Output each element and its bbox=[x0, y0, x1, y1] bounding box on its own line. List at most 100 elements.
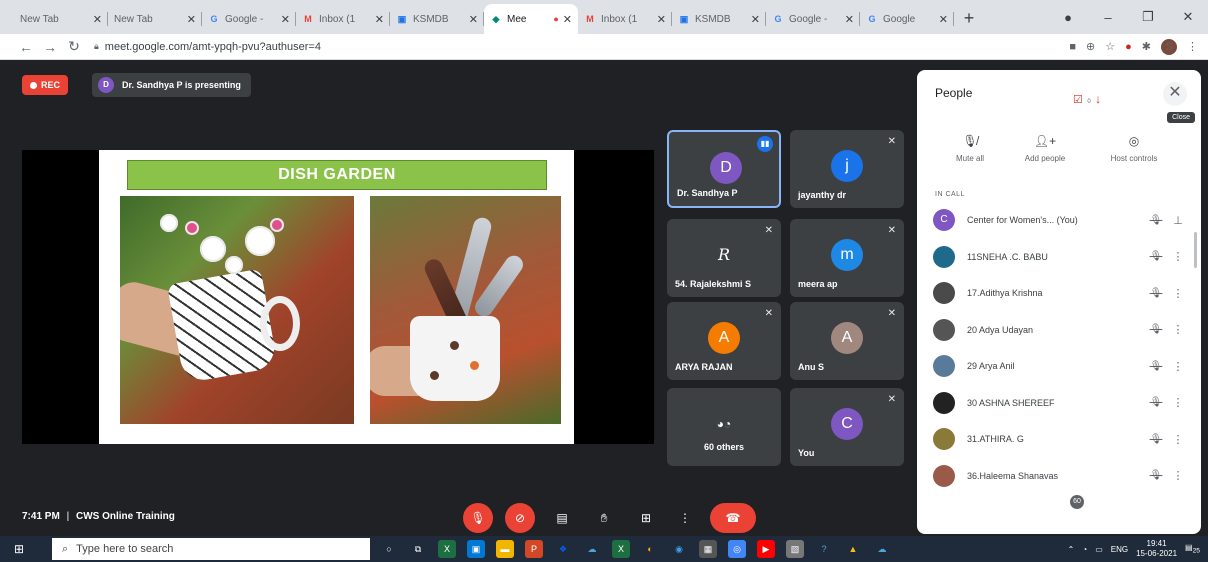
participant-row[interactable]: 11SNEHA .C. BABU 🎙︎ ⋮ bbox=[933, 239, 1189, 275]
mic-muted-icon[interactable]: 🎙︎ bbox=[1145, 470, 1167, 481]
mic-muted-icon[interactable]: 🎙︎ bbox=[1145, 324, 1167, 335]
participant-tile[interactable]: j ✕ jayanthy dr bbox=[790, 130, 904, 208]
chat-icon[interactable]: ▭ bbox=[1096, 509, 1109, 526]
windows-start-icon[interactable]: ⊞ bbox=[0, 542, 38, 556]
app-icon[interactable]: ▦ bbox=[699, 540, 717, 558]
close-tab-icon[interactable]: ✕ bbox=[375, 13, 384, 26]
participant-row[interactable]: 30 ASHNA SHEREEF 🎙︎ ⋮ bbox=[933, 385, 1189, 421]
participant-row[interactable]: 36.Haleema Shanavas 🎙︎ ⋮ bbox=[933, 458, 1189, 494]
browser-tab[interactable]: G Google - ✕ bbox=[766, 4, 860, 34]
browser-tab[interactable]: ▣ KSMDB ✕ bbox=[672, 4, 766, 34]
browser-tab[interactable]: ▣ KSMDB ✕ bbox=[390, 4, 484, 34]
people-icon[interactable]: 👥︎ bbox=[1058, 509, 1076, 526]
close-tab-icon[interactable]: ✕ bbox=[939, 13, 948, 26]
present-button[interactable]: ⊞ bbox=[631, 503, 661, 533]
more-options-icon[interactable]: ⋮ bbox=[1167, 323, 1189, 336]
captions-button[interactable]: ▤ bbox=[547, 503, 577, 533]
participant-row[interactable]: C Center for Women's... (You) 🎙︎ ⊥ bbox=[933, 202, 1189, 238]
leave-call-button[interactable]: ☎ bbox=[710, 503, 756, 533]
browser-tab[interactable]: New Tab ✕ bbox=[108, 4, 202, 34]
participant-tile[interactable]: A ✕ ARYA RAJAN bbox=[667, 302, 781, 380]
more-options-icon[interactable]: ⋮ bbox=[1167, 433, 1189, 446]
browser-tab[interactable]: M Inbox (1 ✕ bbox=[296, 4, 390, 34]
participant-tile[interactable]: ◕◔ 60 others bbox=[667, 388, 781, 466]
close-tab-icon[interactable]: ✕ bbox=[563, 13, 572, 26]
add-people-button[interactable]: 👤︎+ Add people bbox=[1013, 134, 1077, 163]
mute-all-button[interactable]: 🎙︎̸ Mute all bbox=[945, 134, 995, 163]
mic-muted-icon[interactable]: 🎙︎ bbox=[1145, 215, 1167, 226]
new-tab-button[interactable]: + bbox=[954, 4, 984, 34]
browser-tab[interactable]: G Google - ✕ bbox=[202, 4, 296, 34]
browser-tab[interactable]: New Tab ✕ bbox=[14, 4, 108, 34]
restore-button[interactable]: ❐ bbox=[1128, 9, 1168, 25]
participant-row[interactable]: 17.Adithya Krishna 🎙︎ ⋮ bbox=[933, 275, 1189, 311]
help-icon[interactable]: ? bbox=[815, 540, 833, 558]
participant-tile[interactable]: A ✕ Anu S bbox=[790, 302, 904, 380]
camera-icon[interactable]: ■ bbox=[1069, 41, 1076, 53]
profile-icon[interactable]: ● bbox=[1048, 10, 1088, 25]
close-tab-icon[interactable]: ✕ bbox=[469, 13, 478, 26]
photos-icon[interactable]: ▧ bbox=[786, 540, 804, 558]
dropbox-icon[interactable]: ❖ bbox=[554, 540, 572, 558]
participant-row[interactable]: 31.ATHIRA. G 🎙︎ ⋮ bbox=[933, 421, 1189, 457]
excel-icon[interactable]: X bbox=[438, 540, 456, 558]
notifications-icon[interactable]: ▤25 bbox=[1185, 543, 1200, 555]
puzzle-icon[interactable]: ✱ bbox=[1142, 40, 1151, 53]
store-icon[interactable]: ▣ bbox=[467, 540, 485, 558]
url-field[interactable]: 🔒︎ meet.google.com/amt-ypqh-pvu?authuser… bbox=[94, 41, 1069, 53]
language-indicator[interactable]: ENG bbox=[1111, 545, 1128, 554]
close-tab-icon[interactable]: ✕ bbox=[751, 13, 760, 26]
back-icon[interactable]: ← bbox=[14, 39, 38, 55]
participant-list-scrollbar[interactable] bbox=[1194, 232, 1197, 268]
forward-icon[interactable]: → bbox=[38, 39, 62, 55]
browser-tab[interactable]: G Google ✕ bbox=[860, 4, 954, 34]
cloud-icon[interactable]: ☁ bbox=[583, 540, 601, 558]
mic-muted-icon[interactable]: 🎙︎ bbox=[1145, 361, 1167, 372]
close-tab-icon[interactable]: ✕ bbox=[187, 13, 196, 26]
file-explorer-icon[interactable]: ▬ bbox=[496, 540, 514, 558]
taskbar-search[interactable]: ⌕ Type here to search bbox=[52, 538, 370, 560]
microphone-toggle[interactable]: 🎙︎ bbox=[463, 503, 493, 533]
notification-indicator[interactable]: ☑ 0 ↓ bbox=[1073, 90, 1113, 106]
extension-icon[interactable]: ● bbox=[1125, 41, 1132, 53]
onedrive-icon[interactable]: ☁ bbox=[873, 540, 891, 558]
wifi-icon[interactable]: ◔ bbox=[1082, 545, 1087, 554]
more-options-icon[interactable]: ⋮ bbox=[1167, 469, 1189, 482]
participant-tile[interactable]: D ▮▮ Dr. Sandhya P bbox=[667, 130, 781, 208]
minimize-button[interactable]: – bbox=[1088, 10, 1128, 25]
host-safety-icon[interactable]: ⛨ bbox=[1172, 509, 1183, 526]
star-icon[interactable]: ☆ bbox=[1105, 40, 1115, 53]
close-tab-icon[interactable]: ✕ bbox=[93, 13, 102, 26]
mic-muted-icon[interactable]: 🎙︎ bbox=[1145, 288, 1167, 299]
edge-icon[interactable]: ◉ bbox=[670, 540, 688, 558]
reload-icon[interactable]: ↻ bbox=[62, 38, 86, 55]
camera-toggle[interactable]: ⊘ bbox=[505, 503, 535, 533]
excel-icon-2[interactable]: X bbox=[612, 540, 630, 558]
close-tab-icon[interactable]: ✕ bbox=[845, 13, 854, 26]
mic-muted-icon[interactable]: 🎙︎ bbox=[1145, 434, 1167, 445]
chevron-up-icon[interactable]: ⌃ bbox=[1068, 545, 1075, 554]
mic-muted-icon[interactable]: 🎙︎ bbox=[1145, 397, 1167, 408]
more-options-button[interactable]: ⋮ bbox=[670, 503, 700, 533]
activities-icon[interactable]: ⁂ bbox=[1134, 509, 1148, 526]
youtube-icon[interactable]: ▶ bbox=[757, 540, 775, 558]
mic-muted-icon[interactable]: 🎙︎ bbox=[1145, 251, 1167, 262]
more-options-icon[interactable]: ⋮ bbox=[1167, 250, 1189, 263]
powerpoint-icon[interactable]: P bbox=[525, 540, 543, 558]
participant-tile[interactable]: C ✕ You bbox=[790, 388, 904, 466]
more-options-icon[interactable]: ⋮ bbox=[1167, 396, 1189, 409]
more-options-icon[interactable]: ⋮ bbox=[1167, 360, 1189, 373]
warning-icon[interactable]: ▲ bbox=[844, 540, 862, 558]
browser-tab[interactable]: ◆ Mee ● ✕ bbox=[484, 4, 578, 34]
menu-icon[interactable]: ⋮ bbox=[1187, 40, 1198, 53]
participant-tile[interactable]: R ✕ 54. Rajalekshmi S bbox=[667, 219, 781, 297]
clock[interactable]: 19:41 15-06-2021 bbox=[1136, 539, 1177, 559]
more-options-icon[interactable]: ⋮ bbox=[1167, 287, 1189, 300]
meeting-details-icon[interactable]: ⓘ bbox=[1020, 509, 1034, 529]
participant-tile[interactable]: m ✕ meera ap bbox=[790, 219, 904, 297]
chrome-icon[interactable]: ◎ bbox=[728, 540, 746, 558]
weather-icon[interactable]: ◐ bbox=[641, 540, 659, 558]
zoom-icon[interactable]: ⊕ bbox=[1086, 40, 1095, 53]
close-tab-icon[interactable]: ✕ bbox=[657, 13, 666, 26]
task-view-icon[interactable]: ⧉ bbox=[409, 540, 427, 558]
